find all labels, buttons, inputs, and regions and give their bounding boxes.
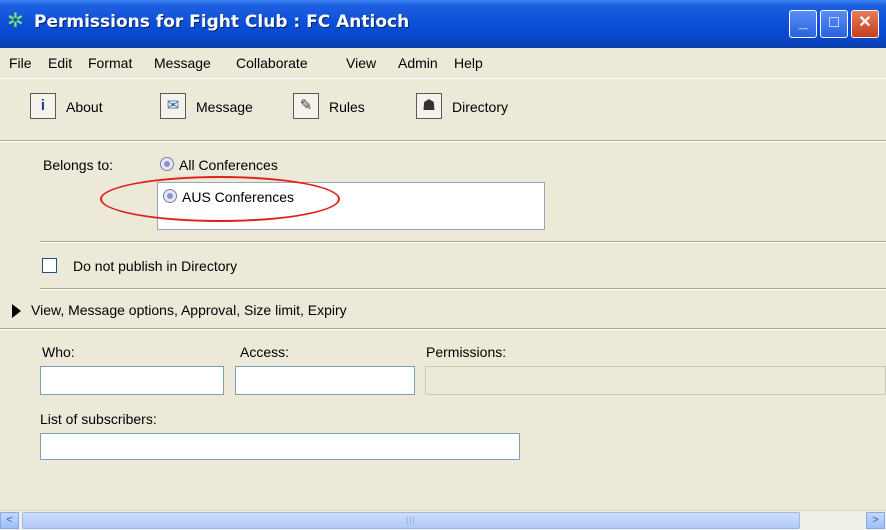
expand-triangle-icon[interactable] <box>12 304 21 318</box>
close-button[interactable]: ✕ <box>851 10 879 38</box>
title-bar[interactable]: ✲ Permissions for Fight Club : FC Antioc… <box>0 0 886 48</box>
section-separator <box>0 328 886 330</box>
all-conferences-label: All Conferences <box>179 157 278 173</box>
scroll-right-icon[interactable]: > <box>866 512 885 529</box>
subscribers-label: List of subscribers: <box>40 411 157 427</box>
section-separator <box>40 241 886 243</box>
annotation-circle <box>100 176 340 222</box>
who-label: Who: <box>42 344 75 360</box>
belongs-to-label: Belongs to: <box>43 157 114 173</box>
menu-collaborate[interactable]: Collaborate <box>236 55 308 71</box>
menu-edit[interactable]: Edit <box>48 55 72 71</box>
access-field[interactable] <box>235 366 415 395</box>
toolbar-separator <box>0 140 886 142</box>
about-label: About <box>66 99 103 115</box>
directory-label: Directory <box>452 99 509 115</box>
app-icon: ✲ <box>7 10 24 32</box>
conference-icon <box>160 157 174 171</box>
window-title: Permissions for Fight Club : FC Antioch <box>34 12 410 32</box>
options-expander-label[interactable]: View, Message options, Approval, Size li… <box>31 302 347 318</box>
access-label: Access: <box>240 344 290 360</box>
permissions-label: Permissions: <box>426 344 507 360</box>
section-separator <box>40 288 886 290</box>
rules-icon: ✎ <box>293 93 319 119</box>
all-conferences-item[interactable]: All Conferences <box>160 157 278 173</box>
horizontal-scrollbar[interactable]: < ||| > <box>0 510 886 530</box>
menu-bar: File Edit Format Message Collaborate Vie… <box>0 48 886 78</box>
menu-help[interactable]: Help <box>454 55 483 71</box>
message-label: Message <box>196 99 253 115</box>
message-icon: ✉ <box>160 93 186 119</box>
permissions-field <box>425 366 886 395</box>
scroll-left-icon[interactable]: < <box>0 512 19 529</box>
menu-view[interactable]: View <box>346 55 376 71</box>
menu-file[interactable]: File <box>9 55 32 71</box>
menu-message[interactable]: Message <box>154 55 211 71</box>
menu-format[interactable]: Format <box>88 55 132 71</box>
who-field[interactable] <box>40 366 224 395</box>
maximize-button[interactable]: □ <box>820 10 848 38</box>
scroll-thumb[interactable]: ||| <box>22 512 800 529</box>
publish-checkbox[interactable] <box>42 258 57 273</box>
menu-admin[interactable]: Admin <box>398 55 438 71</box>
directory-icon: ☗ <box>416 93 442 119</box>
permissions-window: ✲ Permissions for Fight Club : FC Antioc… <box>0 0 886 530</box>
subscribers-field[interactable] <box>40 433 520 460</box>
info-icon: i <box>30 93 56 119</box>
toolbar: i About ✉ Message ✎ Rules ☗ Directory <box>0 78 886 141</box>
minimize-button[interactable]: _ <box>789 10 817 38</box>
publish-checkbox-label: Do not publish in Directory <box>73 258 238 274</box>
rules-label: Rules <box>329 99 365 115</box>
